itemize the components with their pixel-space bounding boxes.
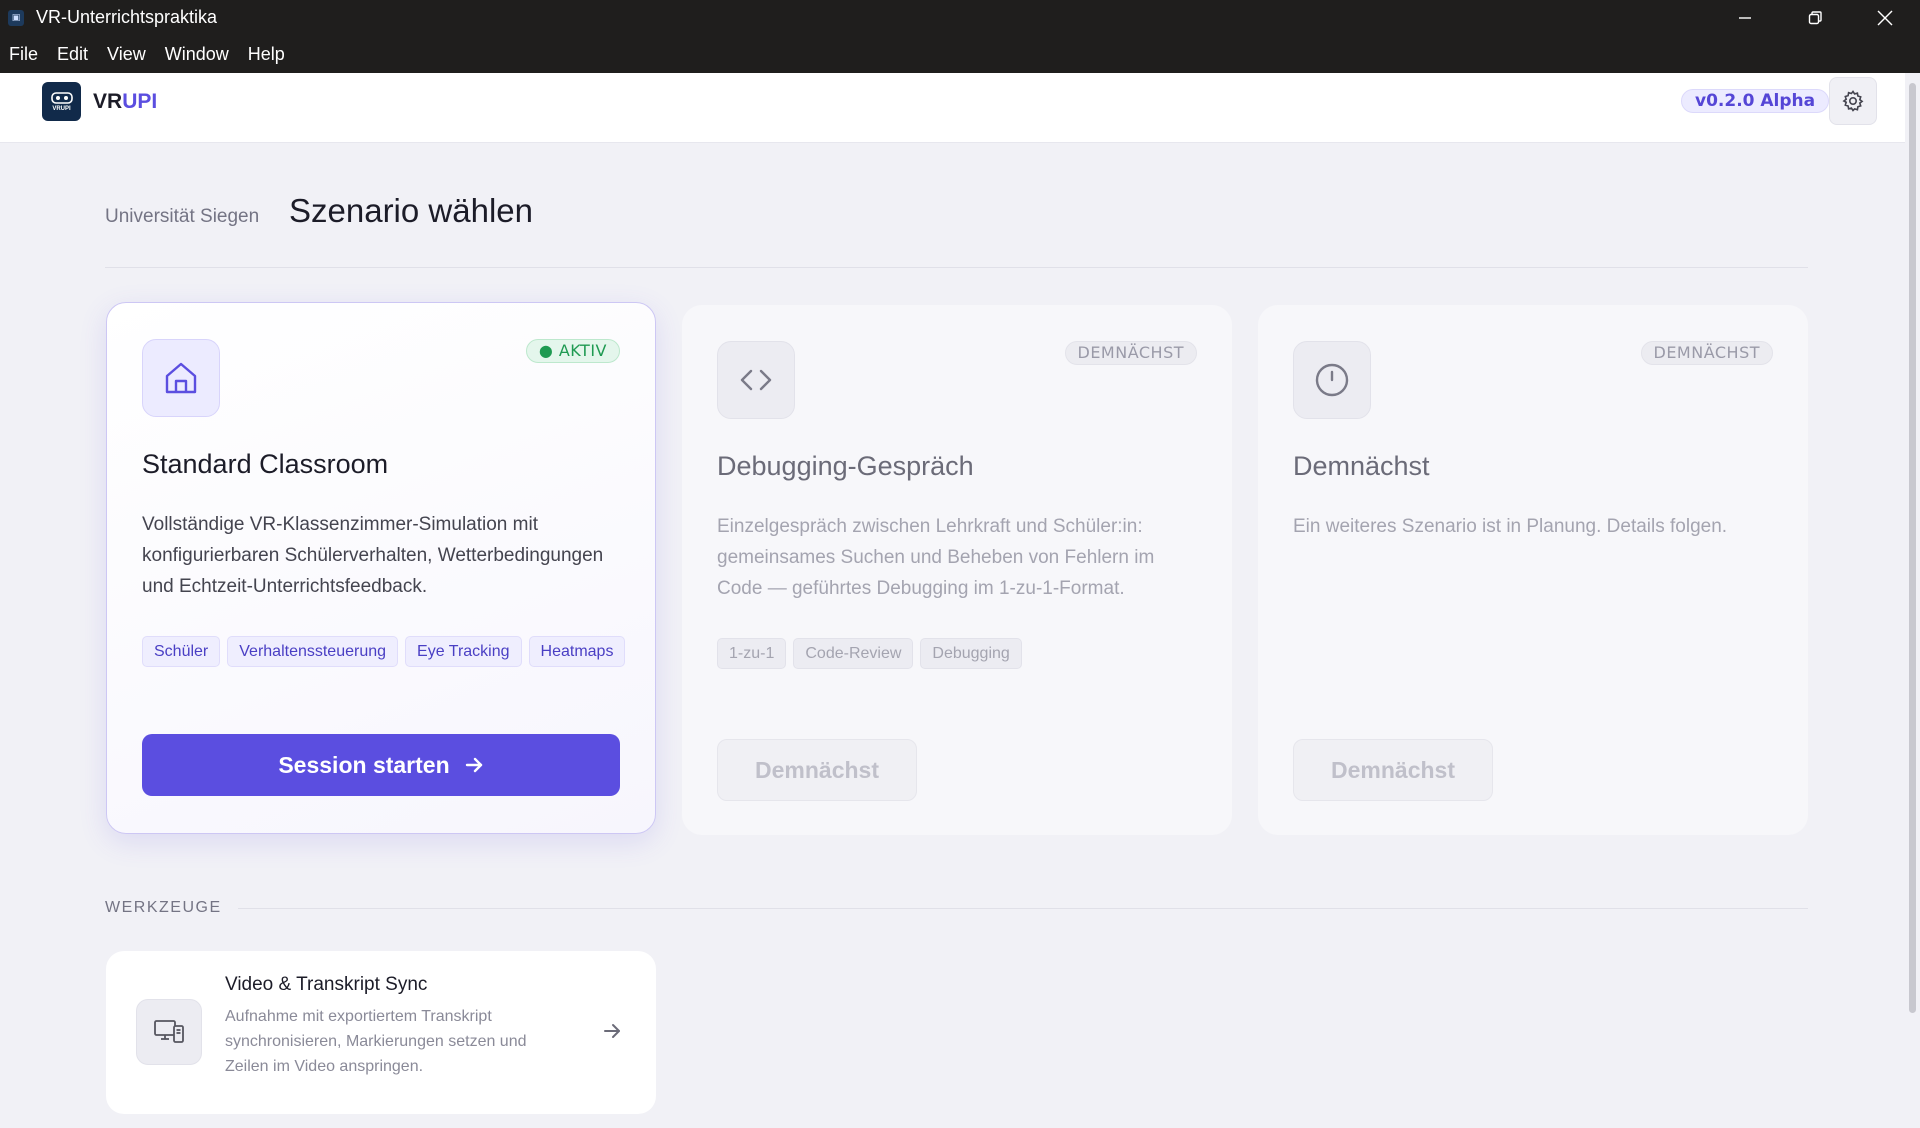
tag: 1-zu-1 bbox=[717, 638, 787, 669]
home-icon bbox=[165, 362, 197, 394]
brand-vr: VR bbox=[93, 90, 123, 113]
close-icon bbox=[1877, 10, 1893, 25]
status-text: AKTIV bbox=[558, 341, 607, 360]
scrollbar-thumb[interactable] bbox=[1909, 83, 1916, 1013]
menu-window[interactable]: Window bbox=[165, 44, 229, 65]
scrollbar[interactable] bbox=[1905, 73, 1920, 1128]
close-button[interactable] bbox=[1850, 0, 1920, 35]
scenario-description: Vollständige VR-Klassenzimmer-Simulation… bbox=[142, 514, 604, 597]
coming-soon-button: Demnächst bbox=[1293, 739, 1493, 801]
start-session-label: Session starten bbox=[278, 751, 450, 778]
menu-help[interactable]: Help bbox=[248, 44, 285, 65]
tag: Schüler bbox=[142, 636, 221, 667]
window-title: VR-Unterrichtspraktika bbox=[36, 7, 218, 27]
scenario-title: Debugging-Gespräch bbox=[717, 451, 974, 481]
minimize-icon bbox=[1739, 16, 1751, 19]
scenario-icon-box bbox=[717, 341, 795, 419]
tool-card-video-sync[interactable]: Video & Transkript Sync Aufnahme mit exp… bbox=[106, 951, 656, 1114]
tag: Code-Review bbox=[793, 638, 914, 669]
status-badge: DEMNÄCHST bbox=[1640, 341, 1773, 365]
tool-title: Video & Transkript Sync bbox=[225, 974, 428, 995]
tools-divider bbox=[238, 908, 1808, 909]
tag: Debugging bbox=[920, 638, 1022, 669]
restore-button[interactable] bbox=[1780, 0, 1850, 35]
menu-file[interactable]: File bbox=[9, 44, 38, 65]
logo-text: VRUPI bbox=[52, 106, 71, 112]
menu-edit[interactable]: Edit bbox=[57, 44, 88, 65]
gear-icon bbox=[1842, 90, 1864, 112]
settings-button[interactable] bbox=[1829, 77, 1877, 125]
code-icon bbox=[740, 369, 772, 391]
monitor-icon bbox=[154, 1020, 184, 1043]
app-icon: ▣ bbox=[8, 9, 24, 26]
menu-view[interactable]: View bbox=[107, 44, 146, 65]
scenario-card-standard-classroom[interactable]: ● AKTIV Standard Classroom Vollständige … bbox=[106, 302, 656, 834]
scenario-icon-box bbox=[1293, 341, 1371, 419]
minimize-button[interactable] bbox=[1710, 0, 1780, 35]
heading-divider bbox=[105, 267, 1808, 268]
brand-name: VRUPI bbox=[93, 90, 157, 114]
scenario-title: Standard Classroom bbox=[142, 449, 389, 479]
window-controls bbox=[1710, 0, 1920, 35]
status-badge: ● AKTIV bbox=[525, 339, 620, 363]
app-header: VRUPI VRUPI v0.2.0 Alpha bbox=[0, 73, 1905, 143]
status-badge: DEMNÄCHST bbox=[1064, 341, 1197, 365]
page-subtitle: Universität Siegen bbox=[105, 206, 260, 227]
scenario-description: Einzelgespräch zwischen Lehrkraft und Sc… bbox=[717, 516, 1155, 599]
coming-soon-button: Demnächst bbox=[717, 739, 917, 801]
scenario-icon-box bbox=[142, 339, 220, 417]
tag: Heatmaps bbox=[528, 636, 626, 667]
menu-bar: File Edit View Window Help bbox=[0, 35, 1920, 73]
scenario-card-placeholder: DEMNÄCHST Demnächst Ein weiteres Szenari… bbox=[1258, 305, 1808, 835]
page-title: Szenario wählen bbox=[289, 192, 533, 229]
tag: Eye Tracking bbox=[405, 636, 522, 667]
vr-headset-icon bbox=[50, 92, 73, 104]
app-logo[interactable]: VRUPI bbox=[42, 82, 81, 121]
arrow-right-icon bbox=[465, 757, 482, 773]
scenario-title: Demnächst bbox=[1293, 451, 1430, 481]
version-badge: v0.2.0 Alpha bbox=[1681, 89, 1830, 113]
title-bar: ▣ VR-Unterrichtspraktika bbox=[0, 0, 1920, 35]
scenario-description: Ein weiteres Szenario ist in Planung. De… bbox=[1293, 516, 1728, 537]
tag: Verhaltenssteuerung bbox=[227, 636, 399, 667]
start-session-button[interactable]: Session starten bbox=[142, 734, 620, 796]
clock-icon bbox=[1315, 363, 1349, 397]
restore-icon bbox=[1808, 10, 1822, 24]
tools-section-label: WERKZEUGE bbox=[105, 899, 222, 916]
scenario-card-debugging: DEMNÄCHST Debugging-Gespräch Einzelgespr… bbox=[682, 305, 1232, 835]
arrow-right-icon bbox=[604, 1024, 620, 1038]
tool-icon-box bbox=[136, 999, 202, 1065]
brand-upi: UPI bbox=[122, 90, 158, 113]
tool-description: Aufnahme mit exportiertem Transkript syn… bbox=[225, 1008, 527, 1075]
scenario-tags: 1-zu-1 Code-Review Debugging bbox=[717, 638, 1207, 669]
scenario-tags: Schüler Verhaltenssteuerung Eye Tracking… bbox=[142, 636, 632, 667]
